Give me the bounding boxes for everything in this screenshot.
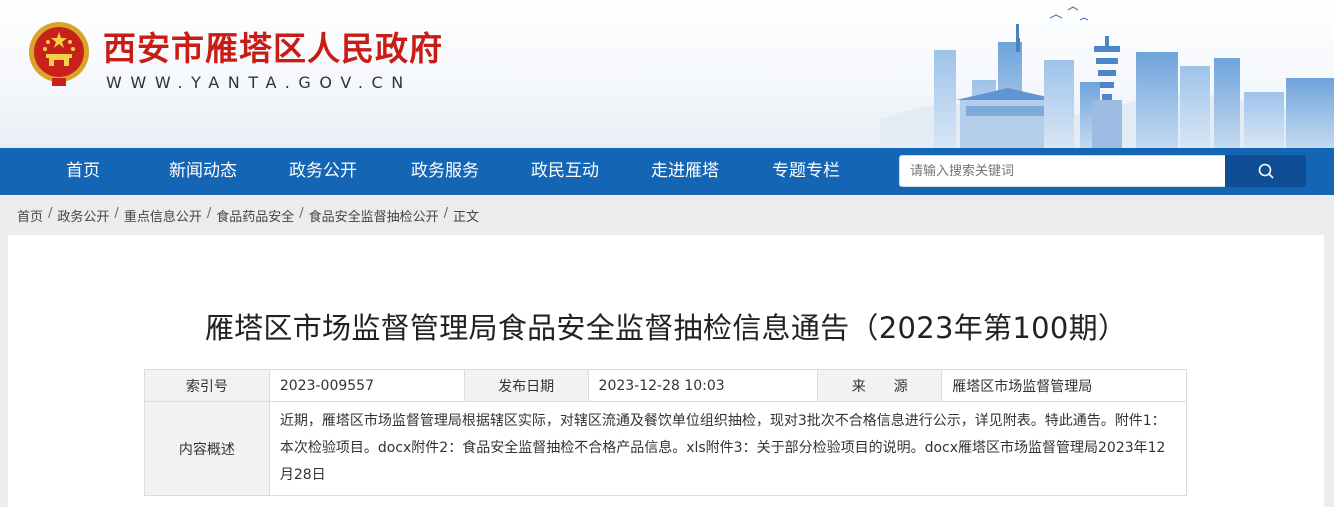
national-emblem-icon (29, 22, 89, 86)
date-label: 发布日期 (463, 369, 589, 402)
site-title[interactable]: 西安市雁塔区人民政府 (103, 22, 443, 70)
article-title: 雁塔区市场监督管理局食品安全监督抽检信息通告（2023年第100期） (204, 311, 1128, 345)
search-button[interactable] (1225, 155, 1306, 187)
nav-item-topics[interactable]: 专题专栏 (763, 148, 849, 195)
search-icon (1258, 163, 1274, 179)
article-container: 雁塔区市场监督管理局食品安全监督抽检信息通告（2023年第100期） 索引号 2… (8, 235, 1324, 507)
breadcrumb-food-inspection[interactable]: 食品安全监督抽检公开 (309, 206, 439, 225)
index-label: 索引号 (144, 369, 270, 402)
breadcrumb-gov-info[interactable]: 政务公开 (57, 206, 109, 225)
site-url: WWW.YANTA.GOV.CN (106, 73, 412, 92)
search-input[interactable] (899, 155, 1225, 187)
city-skyline-illustration (880, 6, 1334, 148)
source-value: 雁塔区市场监督管理局 (941, 369, 1187, 402)
nav-item-about-yanta[interactable]: 走进雁塔 (642, 148, 728, 195)
breadcrumb-food-drug[interactable]: 食品药品安全 (216, 206, 294, 225)
article-meta-table: 索引号 2023-009557 发布日期 2023-12-28 10:03 来 … (144, 369, 1188, 496)
summary-label: 内容概述 (144, 401, 270, 496)
nav-item-interaction[interactable]: 政民互动 (522, 148, 608, 195)
nav-item-news[interactable]: 新闻动态 (160, 148, 246, 195)
index-value: 2023-009557 (268, 369, 465, 402)
breadcrumb-home[interactable]: 首页 (17, 206, 43, 225)
breadcrumb-current: 正文 (453, 210, 480, 225)
nav-item-gov-info[interactable]: 政务公开 (280, 148, 366, 195)
nav-item-home[interactable]: 首页 (40, 148, 126, 195)
date-value: 2023-12-28 10:03 (587, 369, 819, 402)
site-header: 西安市雁塔区人民政府 WWW.YANTA.GOV.CN (0, 0, 1334, 148)
breadcrumb: 首页 / 政务公开 / 重点信息公开 / 食品药品安全 / 食品安全监督抽检公开 / 正文 (17, 206, 480, 225)
nav-item-gov-service[interactable]: 政务服务 (400, 148, 490, 195)
source-label: 来 源 (817, 369, 943, 402)
summary-value: 近期，雁塔区市场监督管理局根据辖区实际，对辖区流通及餐饮单位组织抽检，现对3批次… (268, 401, 1188, 496)
breadcrumb-key-info[interactable]: 重点信息公开 (124, 206, 202, 225)
